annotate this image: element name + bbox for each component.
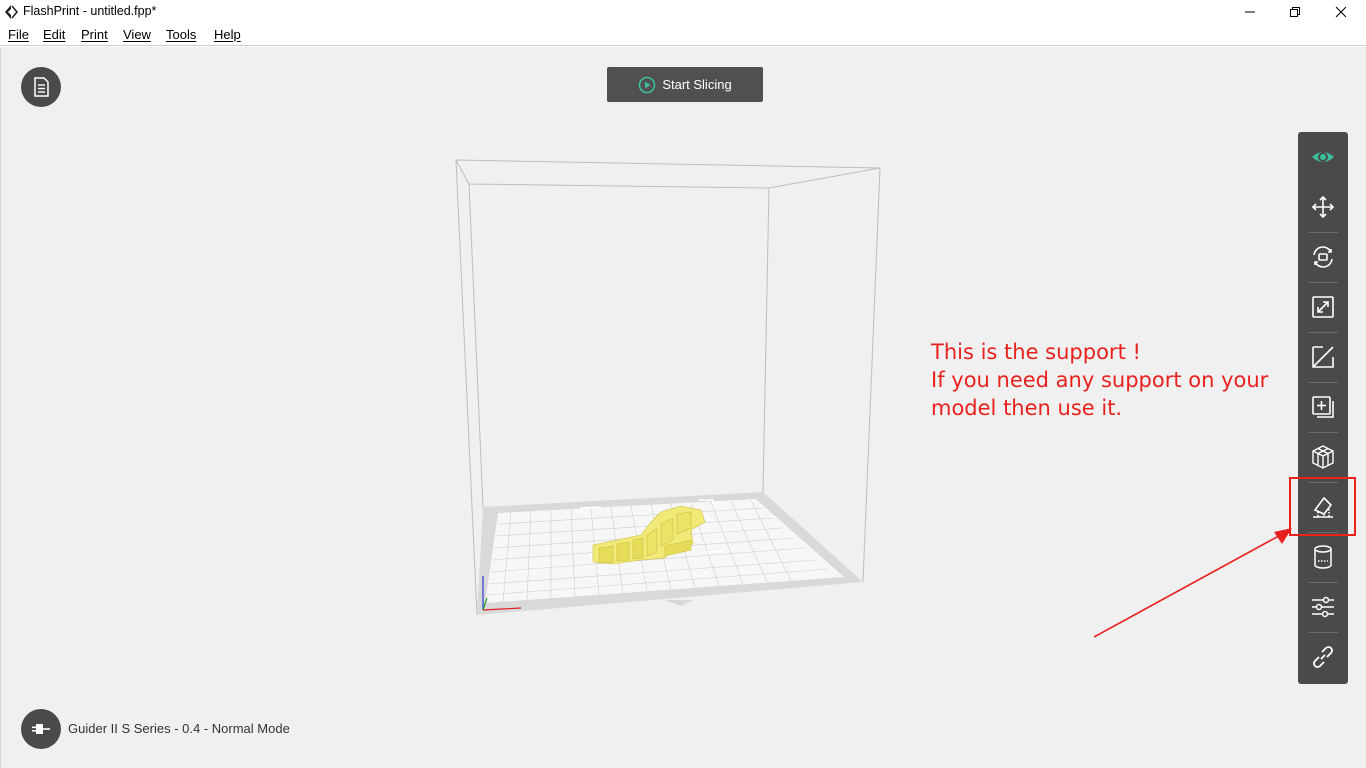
tool-view[interactable]	[1298, 132, 1348, 182]
printer-status: Guider II S Series - 0.4 - Normal Mode	[68, 721, 290, 736]
sliders-icon	[1312, 596, 1334, 618]
tool-move[interactable]	[1298, 182, 1348, 232]
start-slicing-button[interactable]: Start Slicing	[607, 67, 763, 102]
eye-icon	[1312, 152, 1334, 162]
document-icon	[34, 77, 49, 97]
tool-cut[interactable]	[1298, 332, 1348, 382]
menu-tools[interactable]: Tools	[166, 27, 196, 42]
annotation-arrow	[1093, 528, 1292, 638]
tool-slice-model[interactable]	[1298, 432, 1348, 482]
tool-cylinder[interactable]	[1298, 532, 1348, 582]
close-icon	[1335, 6, 1347, 18]
start-slicing-label: Start Slicing	[662, 77, 732, 92]
minimize-button[interactable]	[1227, 0, 1273, 24]
tool-rotate[interactable]	[1298, 232, 1348, 282]
tool-settings[interactable]	[1298, 582, 1348, 632]
menu-help[interactable]: Help	[214, 27, 241, 42]
cylinder-icon	[1314, 545, 1332, 569]
move-arrows-icon	[1311, 195, 1335, 219]
rotate-icon	[1313, 246, 1333, 268]
menu-edit[interactable]: Edit	[43, 27, 65, 42]
annotation-line-3: model then use it.	[931, 396, 1123, 420]
add-layer-icon	[1312, 396, 1334, 418]
minimize-icon	[1245, 11, 1255, 13]
support-annotation: This is the support ! If you need any su…	[931, 338, 1268, 422]
window-title: FlashPrint - untitled.fpp*	[23, 4, 157, 18]
cut-plane-icon	[1312, 346, 1334, 368]
flashprint-logo-icon	[5, 5, 18, 19]
menu-view[interactable]: View	[123, 27, 151, 42]
restore-icon	[1290, 7, 1300, 17]
scale-icon	[1312, 296, 1334, 318]
right-toolbar	[1298, 132, 1348, 684]
menu-file[interactable]: File	[8, 27, 29, 42]
annotation-line-2: If you need any support on your	[931, 368, 1269, 392]
3d-viewport[interactable]: Start Slicing This is the support ! If y…	[0, 47, 1366, 768]
printer-connect-button[interactable]	[21, 709, 61, 749]
tool-scale[interactable]	[1298, 282, 1348, 332]
title-bar: FlashPrint - untitled.fpp*	[0, 0, 1366, 24]
close-button[interactable]	[1318, 0, 1364, 24]
file-info-button[interactable]	[21, 67, 61, 107]
tool-add-model[interactable]	[1298, 382, 1348, 432]
link-icon	[1313, 646, 1333, 668]
cubes-icon	[1312, 445, 1334, 469]
menu-print[interactable]: Print	[81, 27, 108, 42]
menu-bar: File Edit Print View Tools Help	[0, 24, 1366, 46]
play-icon	[639, 76, 656, 93]
plug-icon	[32, 724, 50, 734]
tool-link[interactable]	[1298, 632, 1348, 682]
restore-button[interactable]	[1272, 0, 1318, 24]
annotation-line-1: This is the support !	[931, 340, 1141, 364]
support-highlight-box	[1289, 477, 1356, 536]
